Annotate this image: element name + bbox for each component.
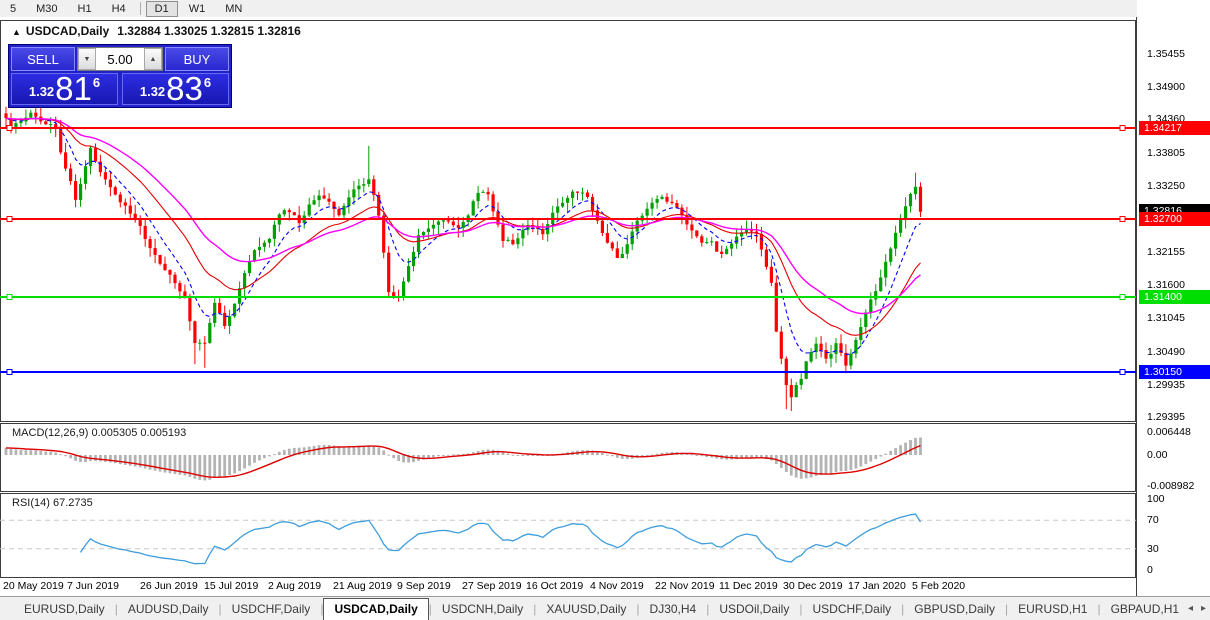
level-badge-1.30150: 1.30150: [1139, 365, 1210, 379]
level-badge-1.32700: 1.32700: [1139, 212, 1210, 226]
tab-xauusd-daily[interactable]: XAUUSD,Daily: [536, 599, 636, 620]
sell-price-prefix: 1.32: [29, 84, 54, 103]
line-handle-icon[interactable]: [7, 295, 12, 300]
sell-price-display[interactable]: 1.32 81 6: [11, 73, 118, 105]
date-label: 2 Aug 2019: [268, 580, 321, 592]
date-label: 21 Aug 2019: [333, 580, 392, 592]
buy-price-prefix: 1.32: [140, 84, 165, 103]
buy-price-big: 83: [166, 75, 203, 103]
macd-tick--0.008982: -0.008982: [1147, 480, 1194, 492]
tab-usdchf-daily[interactable]: USDCHF,Daily: [802, 599, 901, 620]
price-tick-1.34900: 1.34900: [1147, 81, 1185, 93]
line-handle-icon[interactable]: [7, 217, 12, 222]
tab-dj30-h4[interactable]: DJ30,H4: [640, 599, 707, 620]
date-label: 17 Jan 2020: [848, 580, 906, 592]
sell-price-big: 81: [55, 75, 92, 103]
price-tick-1.29395: 1.29395: [1147, 411, 1185, 423]
price-tick-1.32155: 1.32155: [1147, 246, 1185, 258]
date-label: 30 Dec 2019: [783, 580, 843, 592]
volume-input[interactable]: 5.00: [96, 48, 144, 70]
date-label: 20 May 2019: [3, 580, 64, 592]
tab-usdcnh-daily[interactable]: USDCNH,Daily: [432, 599, 533, 620]
macd-indicator-label: MACD(12,26,9) 0.005305 0.005193: [12, 427, 186, 439]
price-tick-1.29935: 1.29935: [1147, 379, 1185, 391]
line-handle-icon[interactable]: [1120, 126, 1125, 131]
date-label: 5 Feb 2020: [912, 580, 965, 592]
price-tick-1.30490: 1.30490: [1147, 346, 1185, 358]
date-label: 9 Sep 2019: [397, 580, 451, 592]
line-handle-icon[interactable]: [7, 370, 12, 375]
price-axis: 1.354551.349001.343601.338051.332501.321…: [1137, 0, 1210, 596]
date-axis: 20 May 20197 Jun 2019 26 Jun 2019 15 Jul 2…: [0, 578, 1136, 596]
line-handle-icon[interactable]: [1120, 370, 1125, 375]
tab-gbpusd-daily[interactable]: GBPUSD,Daily: [904, 599, 1005, 620]
tab-gbpaud-h1[interactable]: GBPAUD,H1: [1101, 599, 1189, 620]
chart-ohlc-values: 1.32884 1.33025 1.32815 1.32816: [117, 24, 301, 38]
line-handle-icon[interactable]: [1120, 295, 1125, 300]
tab-usdcad-daily[interactable]: USDCAD,Daily: [323, 598, 428, 620]
date-label: 27 Sep 2019: [462, 580, 522, 592]
tab-eurusd-daily[interactable]: EURUSD,Daily: [14, 599, 115, 620]
trading-terminal-window: 5M30H1H4D1W1MN ▲USDCAD,Daily1.32884 1.33…: [0, 0, 1210, 620]
date-label: 16 Oct 2019: [526, 580, 583, 592]
rsi-tick-70: 70: [1147, 514, 1159, 526]
tab-audusd-daily[interactable]: AUDUSD,Daily: [118, 599, 219, 620]
macd-tick-0.006448: 0.006448: [1147, 426, 1191, 438]
date-label: 15 Jul 2019: [204, 580, 258, 592]
price-tick-1.33805: 1.33805: [1147, 147, 1185, 159]
macd-tick-0.00: 0.00: [1147, 449, 1167, 461]
chart-title: USDCAD,Daily: [26, 24, 109, 38]
rsi-tick-30: 30: [1147, 543, 1159, 555]
rsi-indicator-label: RSI(14) 67.2735: [12, 497, 93, 509]
price-tick-1.31045: 1.31045: [1147, 312, 1185, 324]
buy-price-sup: 6: [204, 74, 211, 90]
collapse-trade-panel-icon[interactable]: ▲: [12, 27, 21, 37]
one-click-trading-panel: SELL ▼ 5.00 ▲ BUY 1.32 81 6 1.32 83 6: [8, 44, 232, 108]
date-label: 4 Nov 2019: [590, 580, 644, 592]
tab-scroll-left-icon[interactable]: ◂: [1188, 603, 1193, 614]
line-handle-icon[interactable]: [1120, 217, 1125, 222]
tab-usdoil-daily[interactable]: USDOil,Daily: [709, 599, 799, 620]
volume-increase-icon[interactable]: ▲: [144, 48, 162, 70]
level-badge-1.31400: 1.31400: [1139, 290, 1210, 304]
line-handle-icon[interactable]: [7, 126, 12, 131]
volume-spinner: ▼ 5.00 ▲: [77, 47, 163, 71]
chart-header: ▲ USDCAD,Daily 1.32884 1.33025 1.32815 1.3…: [12, 24, 301, 38]
tab-scroll-right-icon[interactable]: ▸: [1201, 603, 1206, 614]
volume-decrease-icon[interactable]: ▼: [78, 48, 96, 70]
tab-usdchf-daily[interactable]: USDCHF,Daily: [222, 599, 321, 620]
sell-button[interactable]: SELL: [11, 47, 75, 71]
tab-eurusd-h1[interactable]: EURUSD,H1: [1008, 599, 1097, 620]
sell-price-sup: 6: [93, 74, 100, 90]
buy-button[interactable]: BUY: [165, 47, 229, 71]
rsi-tick-100: 100: [1147, 493, 1165, 505]
date-label: 26 Jun 2019: [140, 580, 198, 592]
date-label: 11 Dec 2019: [719, 580, 778, 592]
buy-price-display[interactable]: 1.32 83 6: [122, 73, 229, 105]
level-badge-1.34217: 1.34217: [1139, 121, 1210, 135]
rsi-tick-0: 0: [1147, 564, 1153, 576]
price-tick-1.35455: 1.35455: [1147, 48, 1185, 60]
date-label: 22 Nov 2019: [655, 580, 715, 592]
price-tick-1.33250: 1.33250: [1147, 180, 1185, 192]
date-label: 7 Jun 2019: [67, 580, 119, 592]
symbol-tab-bar: EURUSD,Daily|AUDUSD,Daily|USDCHF,Daily|U…: [0, 596, 1210, 620]
